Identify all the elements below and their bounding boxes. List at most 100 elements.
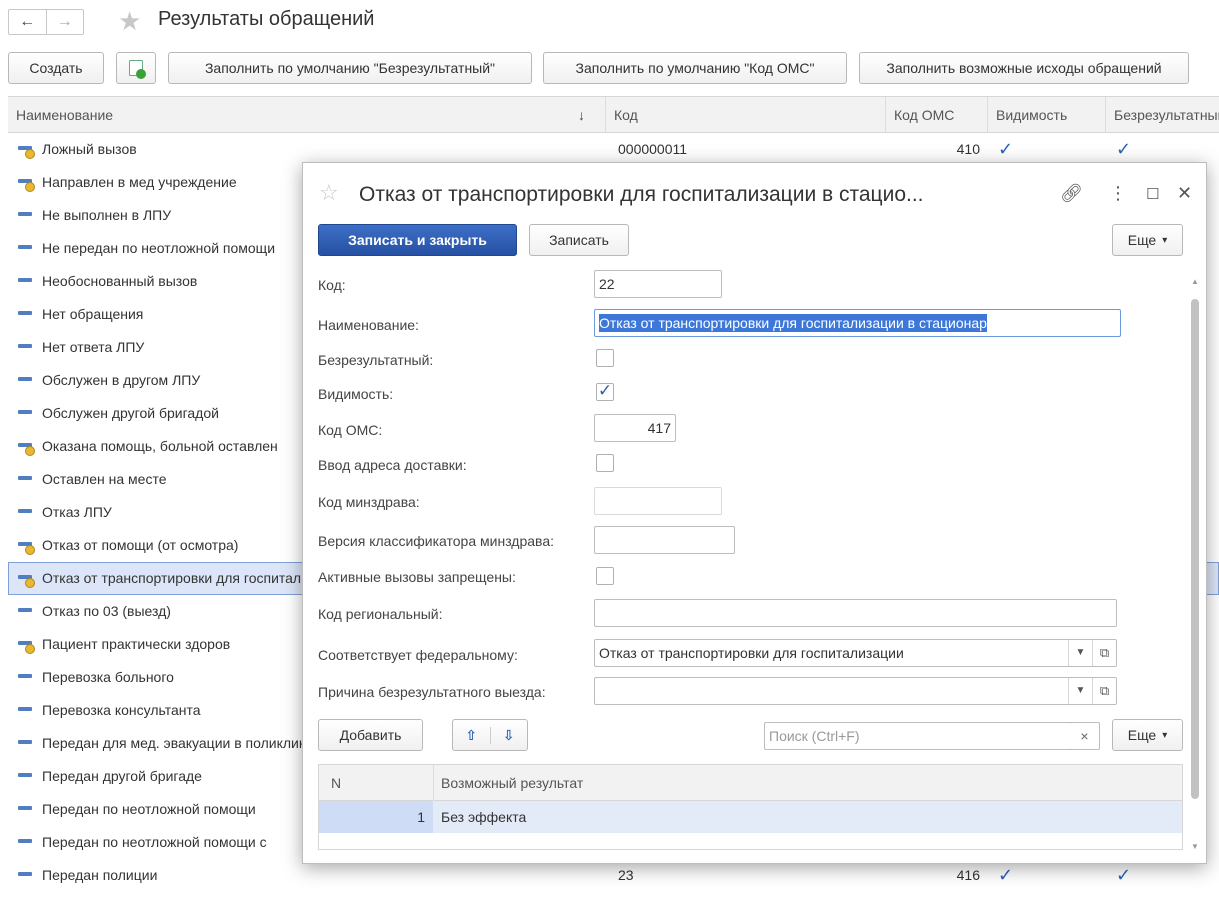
delivery-address-checkbox[interactable] [596, 454, 614, 472]
column-header-oms[interactable]: Код ОМС [886, 97, 988, 133]
catalog-item-icon [18, 542, 35, 555]
catalog-item-icon [18, 707, 32, 711]
column-header-noresult[interactable]: Безрезультатный [1106, 97, 1219, 133]
catalog-item-icon [18, 443, 35, 456]
catalog-item-icon [18, 641, 35, 654]
move-up-icon[interactable]: ⇧ [453, 727, 490, 744]
catalog-item-icon [18, 377, 32, 381]
chevron-down-icon: ▾ [1162, 729, 1168, 741]
more-label: Еще [1127, 727, 1157, 743]
chevron-down-icon[interactable]: ▼ [1068, 678, 1092, 704]
catalog-item-icon [18, 344, 32, 348]
catalog-item-icon [18, 608, 32, 612]
row-number: 1 [319, 801, 433, 833]
catalog-item-icon [18, 839, 32, 843]
catalog-item-icon [18, 806, 32, 810]
move-down-icon[interactable]: ⇩ [489, 726, 528, 744]
minzdrav-code-field [594, 487, 722, 515]
favorite-star-icon[interactable]: ☆ [319, 180, 339, 206]
search-input[interactable]: Поиск (Ctrl+F) [764, 722, 1100, 750]
scroll-thumb[interactable] [1191, 299, 1199, 799]
subtable-more-button[interactable]: Еще ▾ [1112, 719, 1183, 751]
move-buttons: ⇧ ⇩ [452, 719, 528, 751]
active-calls-checkbox[interactable] [596, 567, 614, 585]
catalog-item-icon [18, 245, 32, 249]
column-header-name[interactable]: Наименование [8, 97, 606, 133]
classifier-version-field[interactable] [594, 526, 735, 554]
column-header-result[interactable]: Возможный результат [441, 765, 583, 801]
toolbar: Создать Заполнить по умолчанию "Безрезул… [0, 52, 1219, 86]
favorite-star-icon[interactable]: ★ [118, 6, 141, 36]
back-button[interactable]: ← [9, 10, 46, 34]
more-menu-icon[interactable]: ⋮ [1109, 183, 1127, 204]
clear-search-icon[interactable]: × [1070, 722, 1100, 750]
save-and-close-button[interactable]: Записать и закрыть [318, 224, 517, 256]
code-label: Код: [318, 277, 346, 293]
federal-select-value: Отказ от транспортировки для госпитализа… [599, 645, 904, 661]
reason-select[interactable]: ▼ ⧉ [594, 677, 1117, 705]
nav-group: ← → [8, 9, 84, 35]
catalog-item-icon [18, 740, 32, 744]
catalog-item-icon [18, 674, 32, 678]
add-row-button[interactable]: Добавить [318, 719, 423, 751]
item-dialog: ☆ Отказ от транспортировки для госпитали… [302, 162, 1207, 864]
row-result: Без эффекта [441, 809, 527, 825]
active-calls-label: Активные вызовы запрещены: [318, 569, 516, 585]
page-title: Результаты обращений [158, 8, 375, 30]
more-button[interactable]: Еще ▾ [1112, 224, 1183, 256]
minzdrav-code-label: Код минздрава: [318, 494, 420, 510]
scroll-up-icon[interactable]: ▲ [1191, 277, 1199, 286]
arrow-left-icon: ← [19, 13, 36, 30]
table-row[interactable]: 1 Без эффекта [319, 801, 1182, 833]
add-copy-button[interactable] [116, 52, 156, 84]
column-header-visibility[interactable]: Видимость [988, 97, 1106, 133]
chevron-down-icon[interactable]: ▼ [1068, 640, 1092, 666]
more-label: Еще [1127, 232, 1157, 248]
catalog-item-icon [18, 575, 35, 588]
oms-field[interactable]: 417 [594, 414, 676, 442]
link-icon[interactable]: 🔗︎ [1060, 183, 1083, 204]
name-field[interactable]: Отказ от транспортировки для госпитализа… [594, 309, 1121, 337]
open-form-icon[interactable]: ⧉ [1092, 640, 1116, 666]
regional-code-label: Код региональный: [318, 606, 443, 622]
oms-label: Код ОМС: [318, 422, 383, 438]
results-subtable: N Возможный результат 1 Без эффекта [318, 764, 1183, 850]
name-field-text: Отказ от транспортировки для госпитализа… [599, 314, 987, 332]
column-header-n[interactable]: N [331, 765, 341, 801]
visibility-checkbox[interactable]: ✓ [596, 382, 614, 401]
catalog-item-icon [18, 773, 32, 777]
fill-oms-button[interactable]: Заполнить по умолчанию "Код ОМС" [543, 52, 847, 84]
classifier-version-label: Версия классификатора минздрава: [318, 533, 554, 549]
title-bar: ← → ★ Результаты обращений [0, 0, 1219, 44]
catalog-item-icon [18, 872, 32, 876]
close-icon[interactable]: ✕ [1177, 183, 1192, 204]
scroll-down-icon[interactable]: ▼ [1191, 842, 1199, 851]
noresult-label: Безрезультатный: [318, 352, 434, 368]
catalog-item-icon [18, 476, 32, 480]
column-header-code[interactable]: Код [606, 97, 886, 133]
catalog-item-icon [18, 146, 35, 159]
catalog-item-icon [18, 410, 32, 414]
table-header: Наименование ↓ Код Код ОМС Видимость Без… [8, 97, 1219, 133]
name-label: Наименование: [318, 317, 419, 333]
subtable-header: N Возможный результат [319, 765, 1182, 801]
catalog-item-icon [18, 212, 32, 216]
federal-select[interactable]: Отказ от транспортировки для госпитализа… [594, 639, 1117, 667]
dialog-title: Отказ от транспортировки для госпитализа… [359, 183, 924, 206]
arrow-right-icon: → [56, 13, 73, 30]
catalog-item-icon [18, 278, 32, 282]
open-form-icon[interactable]: ⧉ [1092, 678, 1116, 704]
save-button[interactable]: Записать [529, 224, 629, 256]
catalog-item-icon [18, 311, 32, 315]
fill-outcomes-button[interactable]: Заполнить возможные исходы обращений [859, 52, 1189, 84]
noresult-checkbox[interactable] [596, 349, 614, 367]
fill-noresult-button[interactable]: Заполнить по умолчанию "Безрезультатный" [168, 52, 532, 84]
regional-code-field[interactable] [594, 599, 1117, 627]
code-field[interactable]: 22 [594, 270, 722, 298]
add-copy-icon [129, 60, 146, 79]
dialog-scrollbar[interactable]: ▲ ▼ [1190, 277, 1200, 851]
sort-down-icon: ↓ [578, 107, 585, 123]
create-button[interactable]: Создать [8, 52, 104, 84]
maximize-icon[interactable]: ☐ [1146, 185, 1159, 203]
forward-button[interactable]: → [45, 10, 84, 34]
